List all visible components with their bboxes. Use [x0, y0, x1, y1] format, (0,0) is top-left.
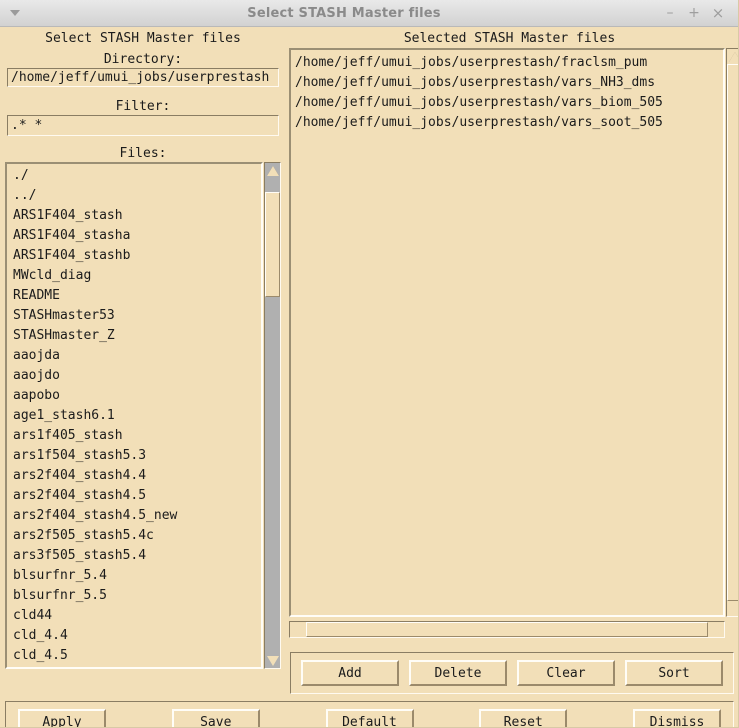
list-item[interactable]: aaojdo: [10, 366, 259, 386]
list-item[interactable]: ARS1F404_stasha: [10, 226, 259, 246]
list-item[interactable]: MWcld_diag: [10, 266, 259, 286]
action-button-add[interactable]: Add: [301, 660, 399, 686]
list-item[interactable]: cld_4.4: [10, 626, 259, 646]
files-label: Files:: [119, 146, 167, 161]
minimize-icon[interactable]: –: [658, 0, 682, 26]
scroll-up-arrow[interactable]: [727, 49, 739, 64]
action-button-sort[interactable]: Sort: [625, 660, 723, 686]
maximize-icon[interactable]: +: [682, 0, 706, 26]
directory-value: /home/jeff/umui_jobs/userprestash: [11, 70, 270, 85]
list-item[interactable]: ars1f405_stash: [10, 426, 259, 446]
triangle-up-icon: [728, 51, 739, 62]
right-panel: Selected STASH Master files /home/jeff/u…: [286, 27, 739, 672]
action-button-delete[interactable]: Delete: [409, 660, 507, 686]
selected-vertical-scrollbar[interactable]: [726, 48, 739, 617]
list-item[interactable]: STASHmaster53: [10, 306, 259, 326]
scrollbar-thumb[interactable]: [265, 192, 280, 297]
list-item[interactable]: ars2f404_stash4.5: [10, 486, 259, 506]
window-title: Select STASH Master files: [247, 5, 441, 21]
application-window: Select STASH Master files – + × Select S…: [0, 0, 739, 728]
list-item[interactable]: ars2f404_stash4.5_new: [10, 506, 259, 526]
list-item[interactable]: aaojda: [10, 346, 259, 366]
list-item[interactable]: ars2f505_stash5.4c: [10, 526, 259, 546]
dialog-button-save[interactable]: Save: [171, 708, 260, 728]
left-panel-heading: Select STASH Master files: [45, 31, 241, 46]
list-item[interactable]: cld44: [10, 606, 259, 626]
list-item[interactable]: ars1f504_stash5.3: [10, 446, 259, 466]
filter-input[interactable]: .* *: [7, 115, 279, 136]
scroll-up-arrow[interactable]: [265, 163, 280, 178]
scroll-left-arrow[interactable]: [290, 622, 305, 637]
filter-value: .* *: [11, 118, 43, 133]
selected-horizontal-scrollbar[interactable]: [289, 621, 725, 638]
scroll-right-arrow[interactable]: [709, 622, 724, 637]
bottom-button-bar: Apply Save Default Reset Dismiss: [5, 701, 734, 728]
dialog-button-dismiss[interactable]: Dismiss: [633, 708, 721, 728]
action-button-bar: Add Delete Clear Sort: [290, 652, 734, 694]
window-controls: – + ×: [658, 0, 739, 26]
left-panel: Select STASH Master files Directory: /ho…: [0, 27, 286, 672]
dialog-button-apply[interactable]: Apply: [18, 708, 106, 728]
list-item[interactable]: ./: [10, 166, 259, 186]
list-item[interactable]: ARS1F404_stashb: [10, 246, 259, 266]
list-item[interactable]: cld_4.5: [10, 646, 259, 665]
scrollbar-thumb[interactable]: [306, 622, 708, 637]
selected-files-list: /home/jeff/umui_jobs/userprestash/fracls…: [295, 53, 721, 613]
list-item[interactable]: README: [10, 286, 259, 306]
chevron-down-icon: [10, 10, 20, 16]
files-list-viewport[interactable]: ./../ARS1F404_stash ARS1F404_stasha ARS1F4…: [5, 162, 263, 669]
list-item[interactable]: blsurfnr_5.5: [10, 586, 259, 606]
dialog-button-reset[interactable]: Reset: [479, 708, 568, 728]
files-list: ./../ARS1F404_stash ARS1F404_stasha ARS1F4…: [10, 166, 259, 665]
list-item[interactable]: ars2f404_stash4.4: [10, 466, 259, 486]
close-icon[interactable]: ×: [706, 0, 730, 26]
window-menu-button[interactable]: [0, 0, 30, 26]
list-item[interactable]: /home/jeff/umui_jobs/userprestash/fracls…: [295, 53, 721, 73]
list-item[interactable]: /home/jeff/umui_jobs/userprestash/vars_N…: [295, 73, 721, 93]
list-item[interactable]: /home/jeff/umui_jobs/userprestash/vars_s…: [295, 113, 721, 133]
scroll-down-arrow[interactable]: [265, 653, 280, 668]
list-item[interactable]: ../: [10, 186, 259, 206]
list-item[interactable]: ars3f505_stash5.4: [10, 546, 259, 566]
list-item[interactable]: blsurfnr_5.4: [10, 566, 259, 586]
triangle-left-icon: [292, 623, 303, 636]
list-item[interactable]: age1_stash6.1: [10, 406, 259, 426]
directory-input[interactable]: /home/jeff/umui_jobs/userprestash: [7, 68, 279, 87]
list-item[interactable]: STASHmaster_Z: [10, 326, 259, 346]
files-vertical-scrollbar[interactable]: [264, 162, 281, 669]
list-item[interactable]: /home/jeff/umui_jobs/userprestash/vars_b…: [295, 93, 721, 113]
directory-label: Directory:: [103, 52, 183, 67]
right-panel-heading: Selected STASH Master files: [403, 31, 616, 46]
triangle-right-icon: [711, 623, 722, 636]
scrollbar-thumb[interactable]: [727, 64, 739, 601]
triangle-down-icon: [266, 655, 279, 666]
files-listbox: ./../ARS1F404_stash ARS1F404_stasha ARS1F4…: [5, 162, 281, 669]
window-titlebar: Select STASH Master files – + ×: [0, 0, 739, 27]
list-item[interactable]: aapobo: [10, 386, 259, 406]
dialog-button-default[interactable]: Default: [325, 708, 414, 728]
filter-label: Filter:: [115, 99, 171, 114]
triangle-down-icon: [728, 603, 739, 614]
list-item[interactable]: ARS1F404_stash: [10, 206, 259, 226]
scroll-down-arrow[interactable]: [727, 601, 739, 616]
triangle-up-icon: [266, 165, 279, 176]
selected-files-listbox[interactable]: /home/jeff/umui_jobs/userprestash/fracls…: [289, 48, 725, 617]
window-client-area: Select STASH Master files Directory: /ho…: [0, 27, 739, 728]
action-button-clear[interactable]: Clear: [517, 660, 615, 686]
